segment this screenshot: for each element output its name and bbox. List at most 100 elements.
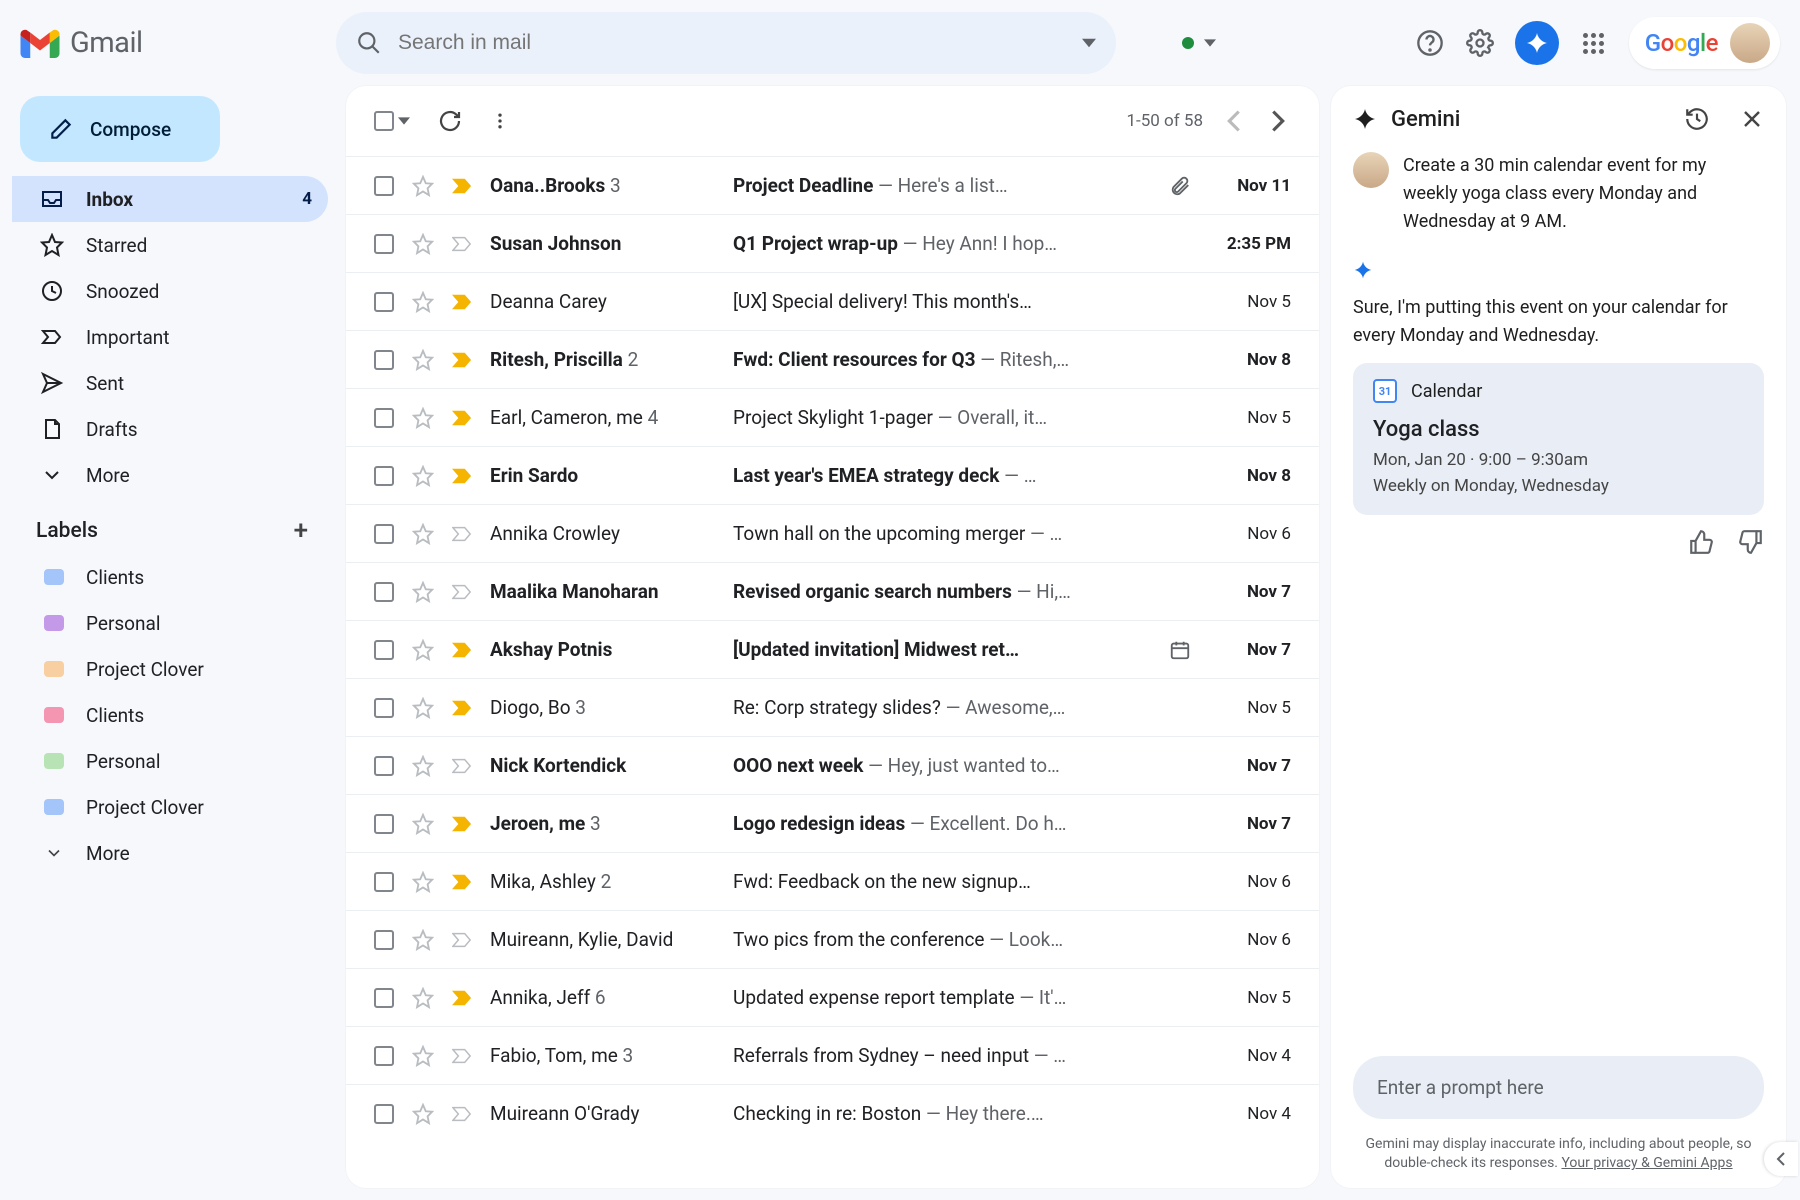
compose-button[interactable]: Compose [20, 96, 220, 162]
sidebar-item-starred[interactable]: Starred [12, 222, 328, 268]
mail-row[interactable]: Annika Crowley Town hall on the upcoming… [346, 504, 1319, 562]
gemini-close-button[interactable] [1740, 107, 1764, 131]
sidebar-item-important[interactable]: Important [12, 314, 328, 360]
row-checkbox[interactable] [374, 408, 394, 428]
star-button[interactable] [412, 581, 434, 603]
row-checkbox[interactable] [374, 698, 394, 718]
importance-marker[interactable] [452, 178, 472, 194]
add-label-button[interactable]: + [294, 516, 308, 546]
mail-row[interactable]: Akshay Potnis [Updated invitation] Midwe… [346, 620, 1319, 678]
star-button[interactable] [412, 1045, 434, 1067]
mail-row[interactable]: Earl, Cameron, me 4 Project Skylight 1-p… [346, 388, 1319, 446]
star-button[interactable] [412, 871, 434, 893]
support-button[interactable] [1415, 28, 1445, 58]
status-indicator[interactable] [1182, 37, 1216, 49]
sidebar-item-drafts[interactable]: Drafts [12, 406, 328, 452]
star-button[interactable] [412, 407, 434, 429]
star-button[interactable] [412, 233, 434, 255]
star-button[interactable] [412, 523, 434, 545]
mail-row[interactable]: Fabio, Tom, me 3 Referrals from Sydney –… [346, 1026, 1319, 1084]
star-button[interactable] [412, 349, 434, 371]
gemini-button[interactable] [1515, 21, 1559, 65]
importance-marker[interactable] [452, 816, 472, 832]
row-checkbox[interactable] [374, 582, 394, 602]
label-item[interactable]: Clients [12, 554, 328, 600]
star-button[interactable] [412, 1103, 434, 1125]
mail-row[interactable]: Annika, Jeff 6 Updated expense report te… [346, 968, 1319, 1026]
thumbs-down-button[interactable] [1738, 529, 1764, 555]
row-checkbox[interactable] [374, 988, 394, 1008]
mail-row[interactable]: Jeroen, me 3 Logo redesign ideas — Excel… [346, 794, 1319, 852]
importance-marker[interactable] [452, 294, 472, 310]
mail-row[interactable]: Susan Johnson Q1 Project wrap-up — Hey A… [346, 214, 1319, 272]
importance-marker[interactable] [452, 584, 472, 600]
importance-marker[interactable] [452, 700, 472, 716]
sidebar-item-more[interactable]: More [12, 452, 328, 498]
mail-row[interactable]: Muireann, Kylie, David Two pics from the… [346, 910, 1319, 968]
row-checkbox[interactable] [374, 872, 394, 892]
mail-row[interactable]: Erin Sardo Last year's EMEA strategy dec… [346, 446, 1319, 504]
importance-marker[interactable] [452, 874, 472, 890]
importance-marker[interactable] [452, 932, 472, 948]
search-bar[interactable] [336, 12, 1116, 74]
labels-more[interactable]: More [12, 830, 328, 876]
refresh-button[interactable] [438, 109, 462, 133]
older-button[interactable] [1265, 104, 1291, 138]
more-button[interactable] [490, 111, 510, 131]
gmail-logo-block[interactable]: Gmail [20, 26, 320, 60]
row-checkbox[interactable] [374, 756, 394, 776]
user-avatar[interactable] [1730, 23, 1770, 63]
label-item[interactable]: Project Clover [12, 646, 328, 692]
star-button[interactable] [412, 987, 434, 1009]
search-input[interactable] [398, 31, 1066, 55]
sidebar-item-sent[interactable]: Sent [12, 360, 328, 406]
importance-marker[interactable] [452, 1106, 472, 1122]
row-checkbox[interactable] [374, 292, 394, 312]
star-button[interactable] [412, 291, 434, 313]
importance-marker[interactable] [452, 1048, 472, 1064]
side-panel-toggle[interactable] [1764, 1142, 1798, 1176]
mail-row[interactable]: Mika, Ashley 2 Fwd: Feedback on the new … [346, 852, 1319, 910]
thumbs-up-button[interactable] [1688, 529, 1714, 555]
row-checkbox[interactable] [374, 814, 394, 834]
star-button[interactable] [412, 697, 434, 719]
label-item[interactable]: Clients [12, 692, 328, 738]
importance-marker[interactable] [452, 468, 472, 484]
row-checkbox[interactable] [374, 234, 394, 254]
mail-row[interactable]: Maalika Manoharan Revised organic search… [346, 562, 1319, 620]
gemini-history-button[interactable] [1684, 106, 1710, 132]
settings-button[interactable] [1465, 28, 1495, 58]
mail-row[interactable]: Deanna Carey [UX] Special delivery! This… [346, 272, 1319, 330]
select-all[interactable] [374, 111, 410, 131]
row-checkbox[interactable] [374, 350, 394, 370]
search-options-caret-icon[interactable] [1082, 36, 1096, 50]
row-checkbox[interactable] [374, 176, 394, 196]
label-item[interactable]: Personal [12, 600, 328, 646]
row-checkbox[interactable] [374, 1104, 394, 1124]
sidebar-item-inbox[interactable]: Inbox4 [12, 176, 328, 222]
star-button[interactable] [412, 929, 434, 951]
importance-marker[interactable] [452, 642, 472, 658]
importance-marker[interactable] [452, 352, 472, 368]
label-item[interactable]: Personal [12, 738, 328, 784]
label-item[interactable]: Project Clover [12, 784, 328, 830]
calendar-card[interactable]: 31 Calendar Yoga class Mon, Jan 20 · 9:0… [1353, 363, 1764, 515]
star-button[interactable] [412, 813, 434, 835]
google-apps-button[interactable] [1579, 28, 1609, 58]
row-checkbox[interactable] [374, 1046, 394, 1066]
privacy-link[interactable]: Your privacy & Gemini Apps [1561, 1155, 1732, 1171]
sidebar-item-snoozed[interactable]: Snoozed [12, 268, 328, 314]
mail-row[interactable]: Ritesh, Priscilla 2 Fwd: Client resource… [346, 330, 1319, 388]
row-checkbox[interactable] [374, 640, 394, 660]
star-button[interactable] [412, 755, 434, 777]
importance-marker[interactable] [452, 410, 472, 426]
account-switcher[interactable]: Google [1629, 17, 1780, 69]
mail-row[interactable]: Nick Kortendick OOO next week — Hey, jus… [346, 736, 1319, 794]
newer-button[interactable] [1221, 104, 1247, 138]
row-checkbox[interactable] [374, 930, 394, 950]
importance-marker[interactable] [452, 526, 472, 542]
mail-row[interactable]: Diogo, Bo 3 Re: Corp strategy slides? — … [346, 678, 1319, 736]
mail-row[interactable]: Oana..Brooks 3 Project Deadline — Here's… [346, 156, 1319, 214]
star-button[interactable] [412, 465, 434, 487]
importance-marker[interactable] [452, 990, 472, 1006]
